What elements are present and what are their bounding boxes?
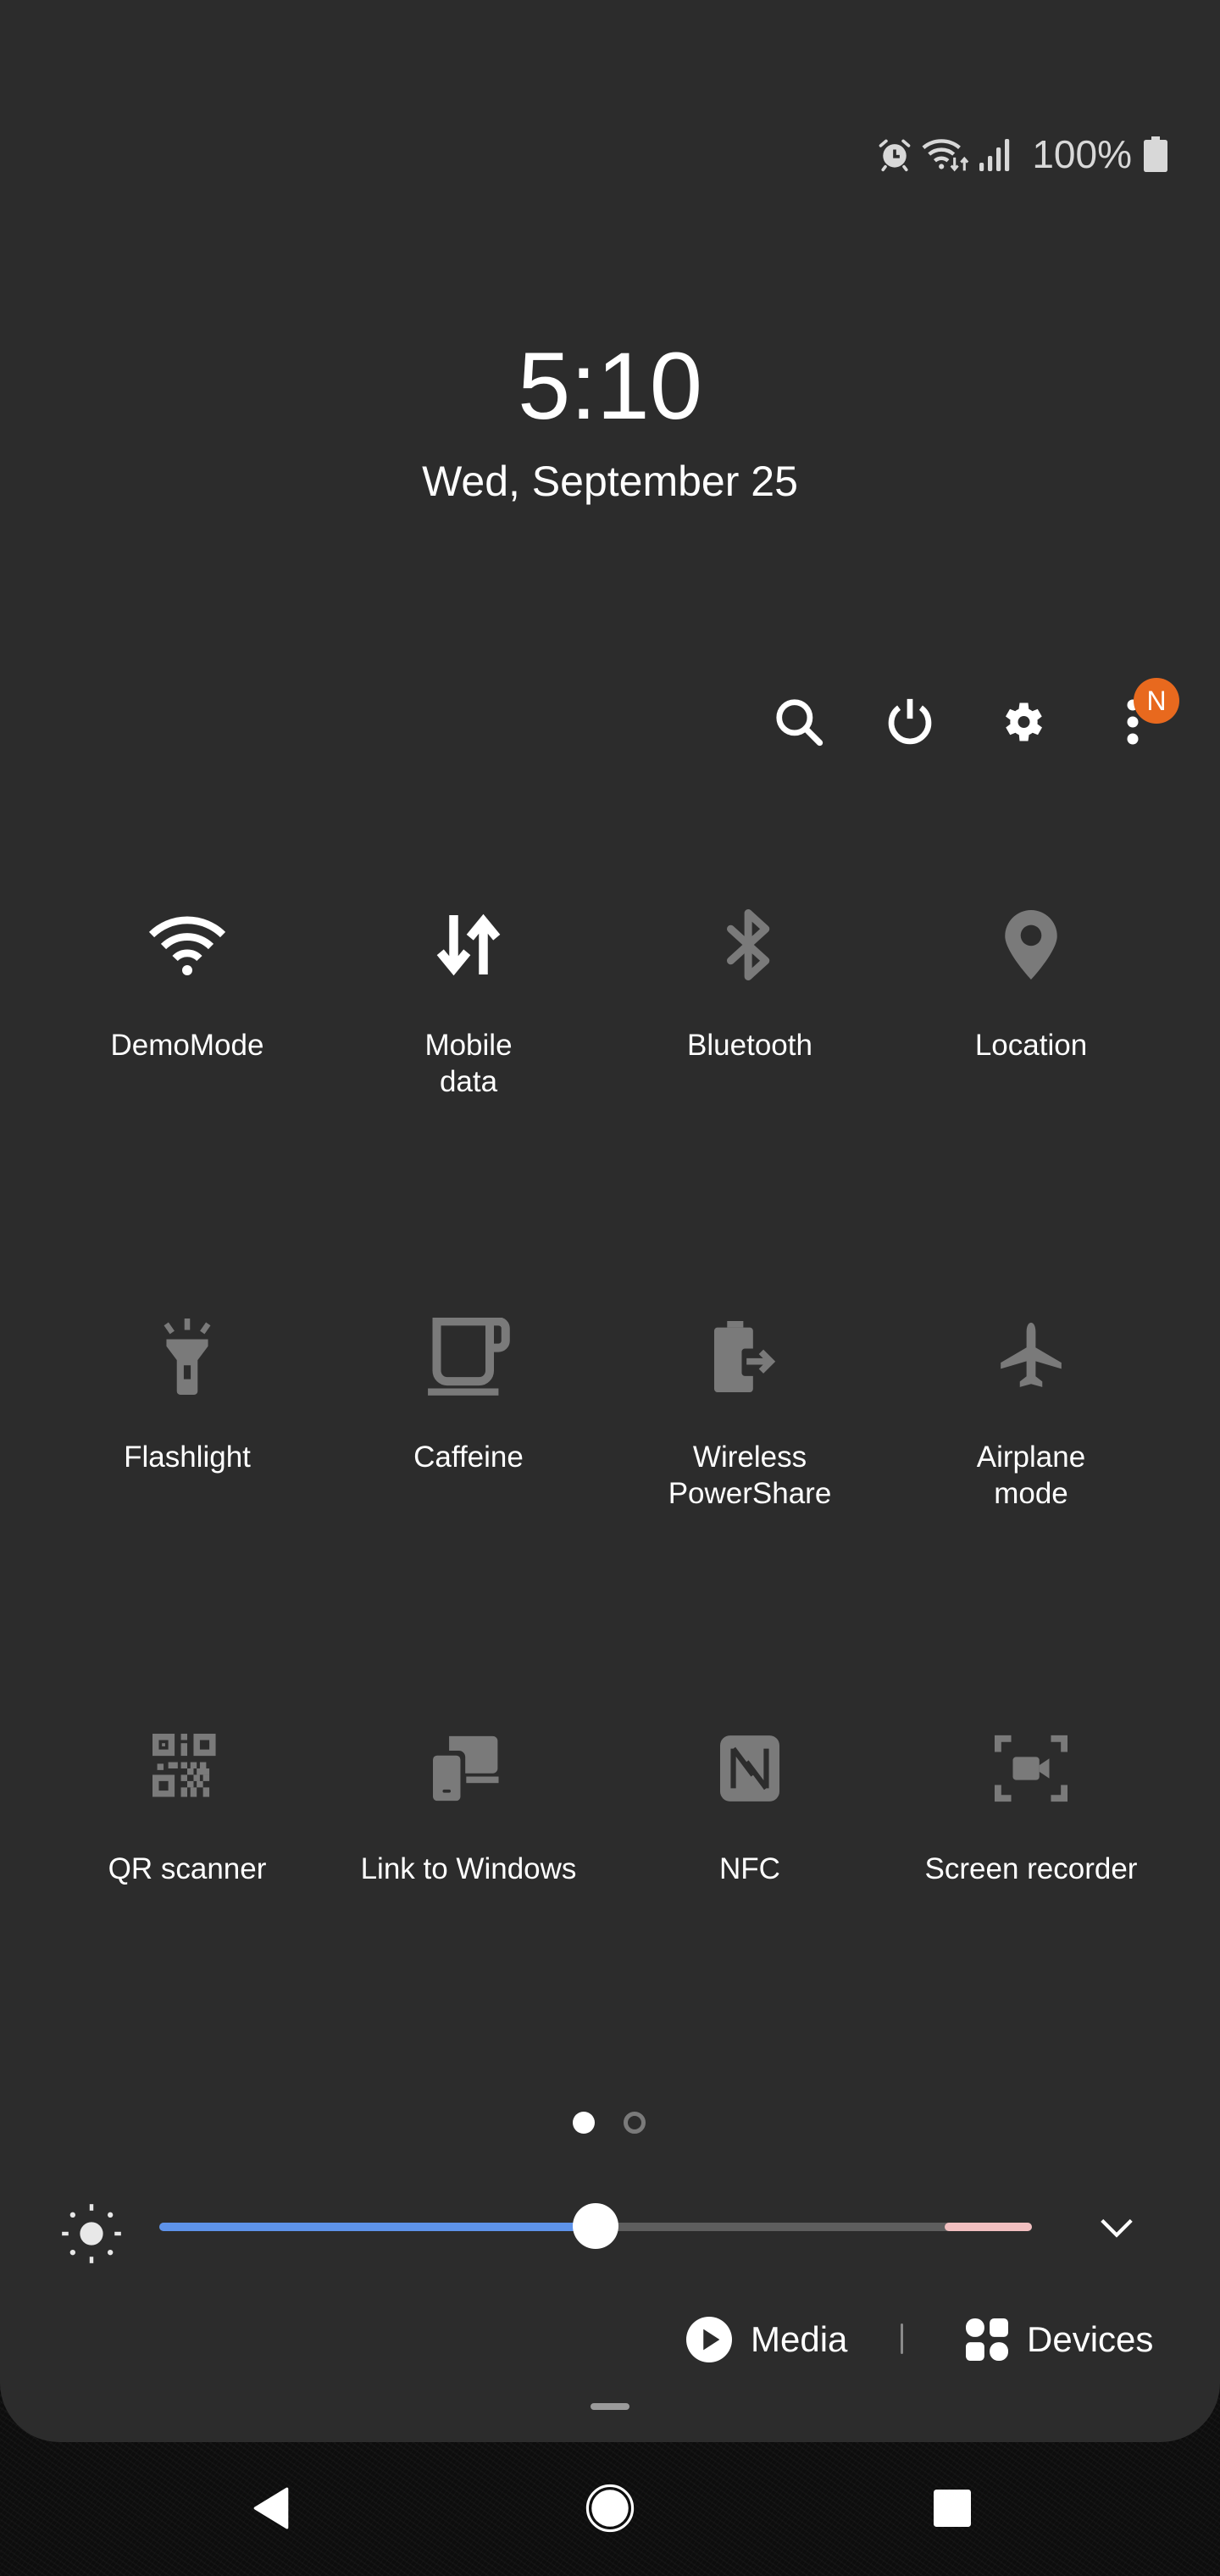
brightness-icon xyxy=(62,2204,121,2263)
brightness-slider-fill xyxy=(159,2223,596,2231)
nfc-icon xyxy=(720,1735,779,1802)
tile-label: Screen recorder xyxy=(924,1852,1138,1885)
status-bar: 100% xyxy=(876,132,1167,176)
tile-label: NFC xyxy=(719,1852,780,1885)
tile-nfc[interactable]: NFC xyxy=(609,1696,890,1887)
tile-airplane-mode[interactable]: Airplane mode xyxy=(890,1285,1172,1512)
page-dot-2[interactable] xyxy=(624,2112,646,2134)
tile-location[interactable]: Location xyxy=(890,873,1172,1063)
play-circle-icon xyxy=(686,2317,732,2362)
wifi-icon xyxy=(148,916,226,975)
clock-date: Wed, September 25 xyxy=(422,458,798,505)
battery-percent: 100% xyxy=(1032,132,1132,176)
back-icon xyxy=(253,2487,289,2529)
tile-flashlight[interactable]: Flashlight xyxy=(47,1285,328,1475)
gear-icon xyxy=(1006,702,1042,741)
devices-label: Devices xyxy=(1027,2319,1154,2359)
tile-caffeine[interactable]: Caffeine xyxy=(328,1285,609,1475)
wifi-data-icon xyxy=(922,136,971,173)
mobile-data-icon xyxy=(436,913,501,976)
signal-icon xyxy=(979,137,1012,171)
screen-recorder-icon xyxy=(995,1735,1068,1802)
battery-share-icon xyxy=(714,1321,776,1392)
tile-label: Airplane mode xyxy=(976,1441,1086,1510)
settings-button[interactable] xyxy=(988,688,1056,756)
battery-icon xyxy=(1144,136,1167,172)
tile-label: Wireless PowerShare xyxy=(668,1441,832,1510)
tile-label: Mobile data xyxy=(424,1029,513,1098)
tile-link-to-windows[interactable]: Link to Windows xyxy=(328,1696,609,1887)
tile-mobile-data[interactable]: Mobile data xyxy=(328,873,609,1100)
brightness-warning-zone xyxy=(945,2223,1032,2231)
tile-label: DemoMode xyxy=(110,1029,264,1062)
location-icon xyxy=(1005,910,1057,980)
tile-bluetooth[interactable]: Bluetooth xyxy=(609,873,890,1063)
notification-badge: N xyxy=(1134,678,1179,724)
tile-label: QR scanner xyxy=(108,1852,267,1885)
chevron-down-icon[interactable] xyxy=(1097,2207,1136,2246)
tile-label: Location xyxy=(974,1029,1088,1062)
nav-home-button[interactable] xyxy=(568,2474,652,2542)
tile-demomode[interactable]: DemoMode xyxy=(47,873,328,1063)
panel-drag-handle[interactable] xyxy=(591,2403,629,2410)
coffee-cup-icon xyxy=(428,1318,510,1396)
tile-wireless-powershare[interactable]: Wireless PowerShare xyxy=(609,1285,890,1512)
bluetooth-icon xyxy=(727,909,770,980)
devices-grid-icon xyxy=(966,2318,1008,2361)
nav-back-button[interactable] xyxy=(229,2474,313,2542)
search-button[interactable] xyxy=(765,688,833,756)
media-label: Media xyxy=(751,2319,848,2359)
tile-screen-recorder[interactable]: Screen recorder xyxy=(890,1696,1172,1887)
quick-settings-panel: 100% 5:10 Wed, September 25 N DemoMode M… xyxy=(0,0,1220,2442)
power-button[interactable] xyxy=(876,688,944,756)
media-devices-divider xyxy=(901,2323,903,2354)
search-icon xyxy=(776,699,824,747)
media-button[interactable]: Media xyxy=(686,2312,847,2368)
airplane-icon xyxy=(1001,1322,1062,1387)
tile-qr-scanner[interactable]: QR scanner xyxy=(47,1696,328,1887)
page-dot-1-active[interactable] xyxy=(573,2112,595,2134)
link-to-windows-icon xyxy=(433,1735,499,1802)
header-actions xyxy=(0,688,1220,756)
home-icon xyxy=(585,2484,635,2533)
clock-time: 5:10 xyxy=(518,333,702,439)
devices-button[interactable]: Devices xyxy=(966,2312,1153,2368)
power-icon xyxy=(888,698,932,745)
alarm-icon xyxy=(876,136,913,173)
tile-label: Caffeine xyxy=(413,1441,524,1474)
flashlight-icon xyxy=(164,1319,211,1395)
nav-recents-button[interactable] xyxy=(910,2474,995,2542)
recents-icon xyxy=(934,2490,971,2527)
qr-code-icon xyxy=(152,1734,216,1797)
tile-label: Bluetooth xyxy=(687,1029,812,1062)
brightness-slider-thumb[interactable] xyxy=(573,2203,618,2249)
tile-label: Link to Windows xyxy=(360,1852,577,1885)
tile-label: Flashlight xyxy=(124,1441,251,1474)
